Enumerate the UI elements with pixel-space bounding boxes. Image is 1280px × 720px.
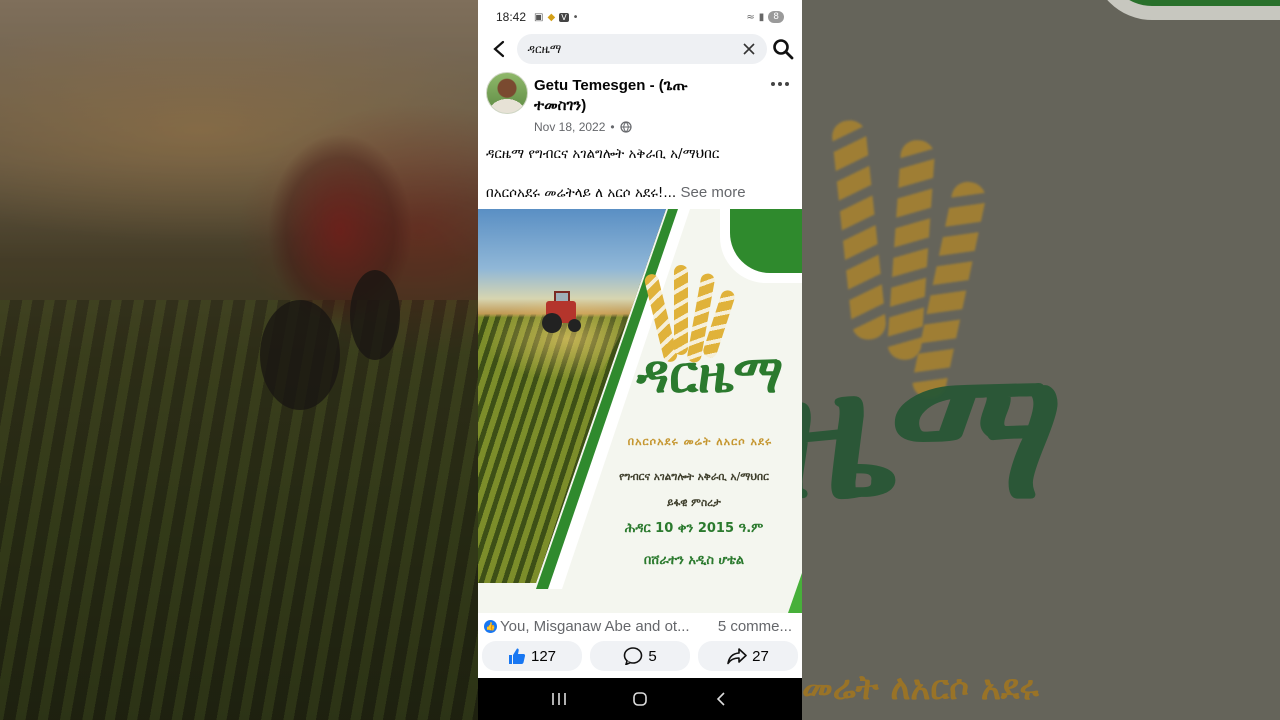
signal-icon: ▮: [758, 11, 765, 23]
post-author[interactable]: Getu Temesgen - (ጌጡ ተመስገን): [534, 76, 734, 116]
chevron-left-icon: [717, 692, 725, 706]
share-icon: [727, 648, 747, 665]
green-arc-decoration: [1092, 0, 1280, 20]
meta-separator: •: [610, 120, 615, 134]
search-bar-row: ዳርዜማ: [478, 34, 802, 64]
tractor-wheel: [350, 270, 400, 360]
search-icon: [773, 39, 794, 60]
comment-icon: [624, 647, 643, 665]
poster-title: ዳርዜማ: [636, 345, 784, 405]
reaction-summary[interactable]: 👍 You, Misganaw Abe and ot... 5 comme...: [484, 616, 792, 636]
globe-icon: [619, 121, 632, 133]
phone-screen: 18:42 ▣ ◆ V • ≈ ▮ 8 ዳርዜማ Getu Temesgen -…: [478, 0, 802, 720]
android-navigation-bar: [478, 678, 802, 720]
reaction-names[interactable]: You, Misganaw Abe and ot...: [500, 618, 710, 635]
search-input[interactable]: ዳርዜማ: [517, 34, 767, 64]
post-image[interactable]: ዳርዜማ በአርሶአደሩ መሬት ለአርሶ አደሩ የግብርና አገልግሎት አ…: [478, 209, 802, 613]
recent-apps-button[interactable]: [544, 684, 574, 714]
poster-tagline: በአርሶአደሩ መሬት ለአርሶ አደሩ: [627, 435, 773, 448]
see-more-link[interactable]: See more: [681, 184, 746, 201]
system-back-button[interactable]: [706, 684, 736, 714]
tractor-illustration: [540, 291, 584, 333]
share-count: 27: [752, 647, 769, 665]
blurred-background-left: [0, 0, 478, 720]
like-reaction-icon: 👍: [484, 619, 497, 633]
clear-search-button[interactable]: [741, 41, 757, 57]
poster-venue: በሸራተን አዲስ ሆቴል: [643, 553, 745, 568]
comment-count: 5: [648, 647, 657, 665]
thumbs-up-icon: [508, 648, 526, 664]
search-button[interactable]: [771, 36, 796, 62]
post-body: ዳርዜማ የግብርና አገልግሎት አቅራቢ አ/ማህበር በአርሶአደሩ መሬ…: [486, 144, 794, 203]
like-button[interactable]: 127: [482, 641, 582, 671]
status-bar: 18:42 ▣ ◆ V • ≈ ▮ 8: [478, 0, 802, 34]
wifi-icon: ≈: [746, 11, 755, 23]
screenshot-icon: ▣: [534, 11, 544, 23]
backdrop-title: ዜማ: [802, 330, 1064, 539]
battery-icon: 8: [768, 11, 784, 23]
tractor-wheel: [542, 313, 562, 333]
more-dot-icon: [778, 82, 782, 86]
post-text-excerpt: በአርሶአደሩ መሬትላይ ለ አርሶ አደሩ!...: [486, 185, 677, 201]
blurred-background-right: ዜማ መሬት ለአርሶ አደሩ: [802, 0, 1280, 720]
poster-event: ይፋዊ ምስረታ: [667, 497, 721, 509]
backdrop-subtitle: መሬት ለአርሶ አደሩ: [802, 668, 1039, 708]
comment-button[interactable]: 5: [590, 641, 690, 671]
green-bottom-decoration: [788, 573, 802, 613]
arrow-left-icon: [493, 40, 504, 58]
search-query: ዳርዜማ: [527, 41, 562, 56]
post-date[interactable]: Nov 18, 2022: [534, 120, 605, 134]
avatar[interactable]: [486, 72, 528, 114]
post-header: Getu Temesgen - (ጌጡ ተመስገን) Nov 18, 2022 …: [486, 70, 796, 140]
home-icon: [633, 692, 647, 706]
home-button[interactable]: [625, 684, 655, 714]
poster-date: ሕዳር 10 ቀን 2015 ዓ.ም: [624, 521, 764, 536]
status-notification-icons: ▣ ◆ V •: [534, 12, 579, 23]
post-text-line-1: ዳርዜማ የግብርና አገልግሎት አቅራቢ አ/ማህበር: [486, 146, 720, 162]
vpn-icon: V: [559, 12, 569, 22]
dot-icon: •: [572, 11, 579, 23]
more-dot-icon: [771, 82, 775, 86]
like-count: 127: [530, 647, 557, 665]
status-system-icons: ≈ ▮ 8: [746, 11, 784, 23]
status-time: 18:42: [496, 10, 527, 24]
post-meta: Nov 18, 2022 •: [534, 120, 632, 134]
recent-apps-icon: [551, 693, 566, 705]
wheat-decoration: [830, 118, 888, 342]
poster-organization: የግብርና አገልግሎት አቅራቢ አ/ማህበር: [619, 471, 769, 483]
post-text-line-2: በአርሶአደሩ መሬትላይ ለ አርሶ አደሩ!... See more: [486, 183, 794, 203]
binance-icon: ◆: [547, 11, 556, 23]
comments-count-link[interactable]: 5 comme...: [718, 618, 792, 635]
back-button[interactable]: [486, 36, 511, 62]
wheat-icon: [674, 265, 688, 355]
tractor-wheel: [260, 300, 340, 410]
more-dot-icon: [785, 82, 789, 86]
tractor-wheel: [568, 319, 581, 332]
share-button[interactable]: 27: [698, 641, 798, 671]
more-options-button[interactable]: [768, 74, 792, 94]
post-actions: 127 5 27: [482, 641, 798, 671]
close-icon: [742, 43, 755, 55]
